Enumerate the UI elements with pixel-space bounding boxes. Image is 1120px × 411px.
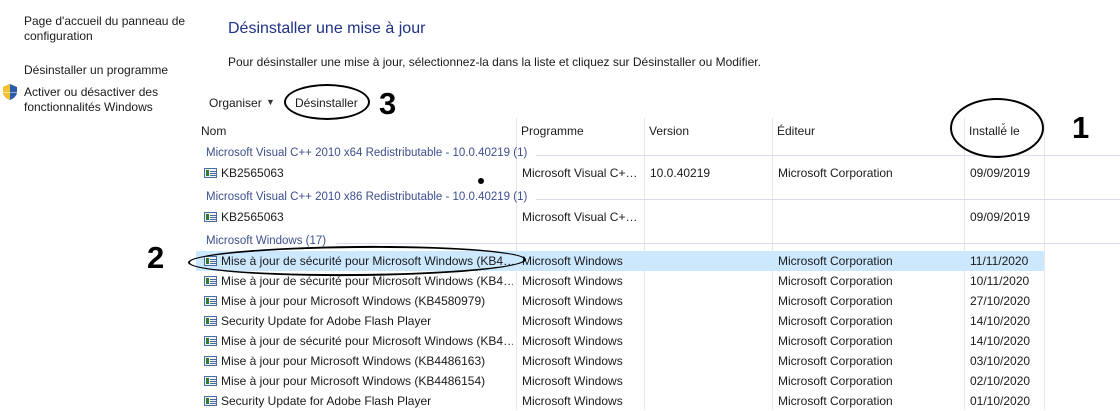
update-name: Mise à jour pour Microsoft Windows (KB44… <box>221 354 486 368</box>
group-divider <box>536 155 1120 156</box>
update-installed-date: 14/10/2020 <box>970 314 1031 328</box>
update-program: Microsoft Windows <box>522 374 623 388</box>
update-name: Mise à jour pour Microsoft Windows (KB44… <box>221 374 486 388</box>
annotation-number-3: 3 <box>379 86 397 121</box>
update-publisher: Microsoft Corporation <box>778 166 893 180</box>
annotation-dot <box>478 178 484 184</box>
update-publisher: Microsoft Corporation <box>778 274 893 288</box>
update-icon <box>204 396 217 406</box>
update-installed-date: 10/11/2020 <box>970 274 1030 288</box>
page-instructions: Pour désinstaller une mise à jour, sélec… <box>228 55 761 69</box>
control-panel-home-link[interactable]: Page d'accueil du panneau de configurati… <box>24 14 194 44</box>
table-row[interactable]: KB2565063 Microsoft Visual C+… 09/09/201… <box>196 207 1044 227</box>
update-program: Microsoft Visual C+… <box>522 210 638 224</box>
update-icon <box>204 212 217 222</box>
update-name: Mise à jour pour Microsoft Windows (KB45… <box>221 294 486 308</box>
update-name: Mise à jour de sécurité pour Microsoft W… <box>221 274 513 288</box>
page-title: Désinstaller une mise à jour <box>228 20 426 37</box>
group-header[interactable]: Microsoft Visual C++ 2010 x64 Redistribu… <box>206 147 527 159</box>
uac-shield-icon <box>3 84 17 100</box>
update-program: Microsoft Windows <box>522 314 623 328</box>
update-installed-date: 11/11/2020 <box>970 254 1029 268</box>
update-publisher: Microsoft Corporation <box>778 314 893 328</box>
organize-dropdown-icon[interactable]: ▼ <box>266 97 275 107</box>
table-row[interactable]: Mise à jour pour Microsoft Windows (KB44… <box>196 351 1044 371</box>
update-installed-date: 01/10/2020 <box>970 394 1031 408</box>
update-program: Microsoft Windows <box>522 274 623 288</box>
column-header-name-label: Nom <box>201 124 227 138</box>
annotation-circle-installed-column <box>950 98 1044 158</box>
update-publisher: Microsoft Corporation <box>778 334 893 348</box>
update-publisher: Microsoft Corporation <box>778 294 893 308</box>
update-publisher: Microsoft Corporation <box>778 354 893 368</box>
update-icon <box>204 168 217 178</box>
table-row[interactable]: KB2565063 Microsoft Visual C+… 10.0.4021… <box>196 163 1044 183</box>
windows-features-link[interactable]: Activer ou désactiver des fonctionnalité… <box>24 85 194 115</box>
update-icon <box>204 336 217 346</box>
update-publisher: Microsoft Corporation <box>778 374 893 388</box>
update-installed-date: 09/09/2019 <box>970 166 1031 180</box>
table-row[interactable]: Mise à jour pour Microsoft Windows (KB45… <box>196 291 1044 311</box>
update-icon <box>204 276 217 286</box>
group-divider <box>336 243 1120 244</box>
column-header-program-label: Programme <box>521 124 584 138</box>
update-name: Security Update for Adobe Flash Player <box>221 394 432 408</box>
annotation-circle-uninstall <box>284 84 370 120</box>
update-program: Microsoft Windows <box>522 394 623 408</box>
column-header-version[interactable]: Version <box>644 118 772 144</box>
update-name: Security Update for Adobe Flash Player <box>221 314 432 328</box>
group-header[interactable]: Microsoft Visual C++ 2010 x86 Redistribu… <box>206 191 527 203</box>
annotation-number-1: 1 <box>1072 110 1090 145</box>
table-row[interactable]: Security Update for Adobe Flash Player M… <box>196 391 1044 411</box>
update-name: Mise à jour de sécurité pour Microsoft W… <box>221 334 513 348</box>
update-icon <box>204 356 217 366</box>
update-installed-date: 02/10/2020 <box>970 374 1031 388</box>
update-publisher: Microsoft Corporation <box>778 254 893 268</box>
update-program: Microsoft Visual C+… <box>522 166 638 180</box>
column-header-publisher[interactable]: Éditeur <box>772 118 964 144</box>
update-installed-date: 27/10/2020 <box>970 294 1031 308</box>
update-icon <box>204 316 217 326</box>
left-pane: Page d'accueil du panneau de configurati… <box>0 0 196 410</box>
update-publisher: Microsoft Corporation <box>778 394 893 408</box>
column-header-name[interactable]: Nom <box>196 118 516 144</box>
update-program: Microsoft Windows <box>522 354 623 368</box>
column-header-program[interactable]: Programme <box>516 118 644 144</box>
update-installed-date: 14/10/2020 <box>970 334 1031 348</box>
annotation-number-2: 2 <box>147 240 165 275</box>
column-header-version-label: Version <box>649 124 690 138</box>
update-name: KB2565063 <box>221 210 284 224</box>
update-version: 10.0.40219 <box>650 166 711 180</box>
update-installed-date: 09/09/2019 <box>970 210 1031 224</box>
update-installed-date: 03/10/2020 <box>970 354 1031 368</box>
group-divider <box>536 199 1120 200</box>
update-program: Microsoft Windows <box>522 254 623 268</box>
update-program: Microsoft Windows <box>522 294 623 308</box>
organize-button[interactable]: Organiser <box>209 96 262 110</box>
table-row[interactable]: Mise à jour de sécurité pour Microsoft W… <box>196 331 1044 351</box>
table-row[interactable]: Security Update for Adobe Flash Player M… <box>196 311 1044 331</box>
uninstall-program-link[interactable]: Désinstaller un programme <box>24 63 194 78</box>
update-icon <box>204 296 217 306</box>
group-header[interactable]: Microsoft Windows (17) <box>206 235 326 247</box>
update-name: KB2565063 <box>221 166 284 180</box>
table-row[interactable]: Mise à jour pour Microsoft Windows (KB44… <box>196 371 1044 391</box>
column-header-publisher-label: Éditeur <box>777 124 816 138</box>
update-program: Microsoft Windows <box>522 334 623 348</box>
update-icon <box>204 376 217 386</box>
